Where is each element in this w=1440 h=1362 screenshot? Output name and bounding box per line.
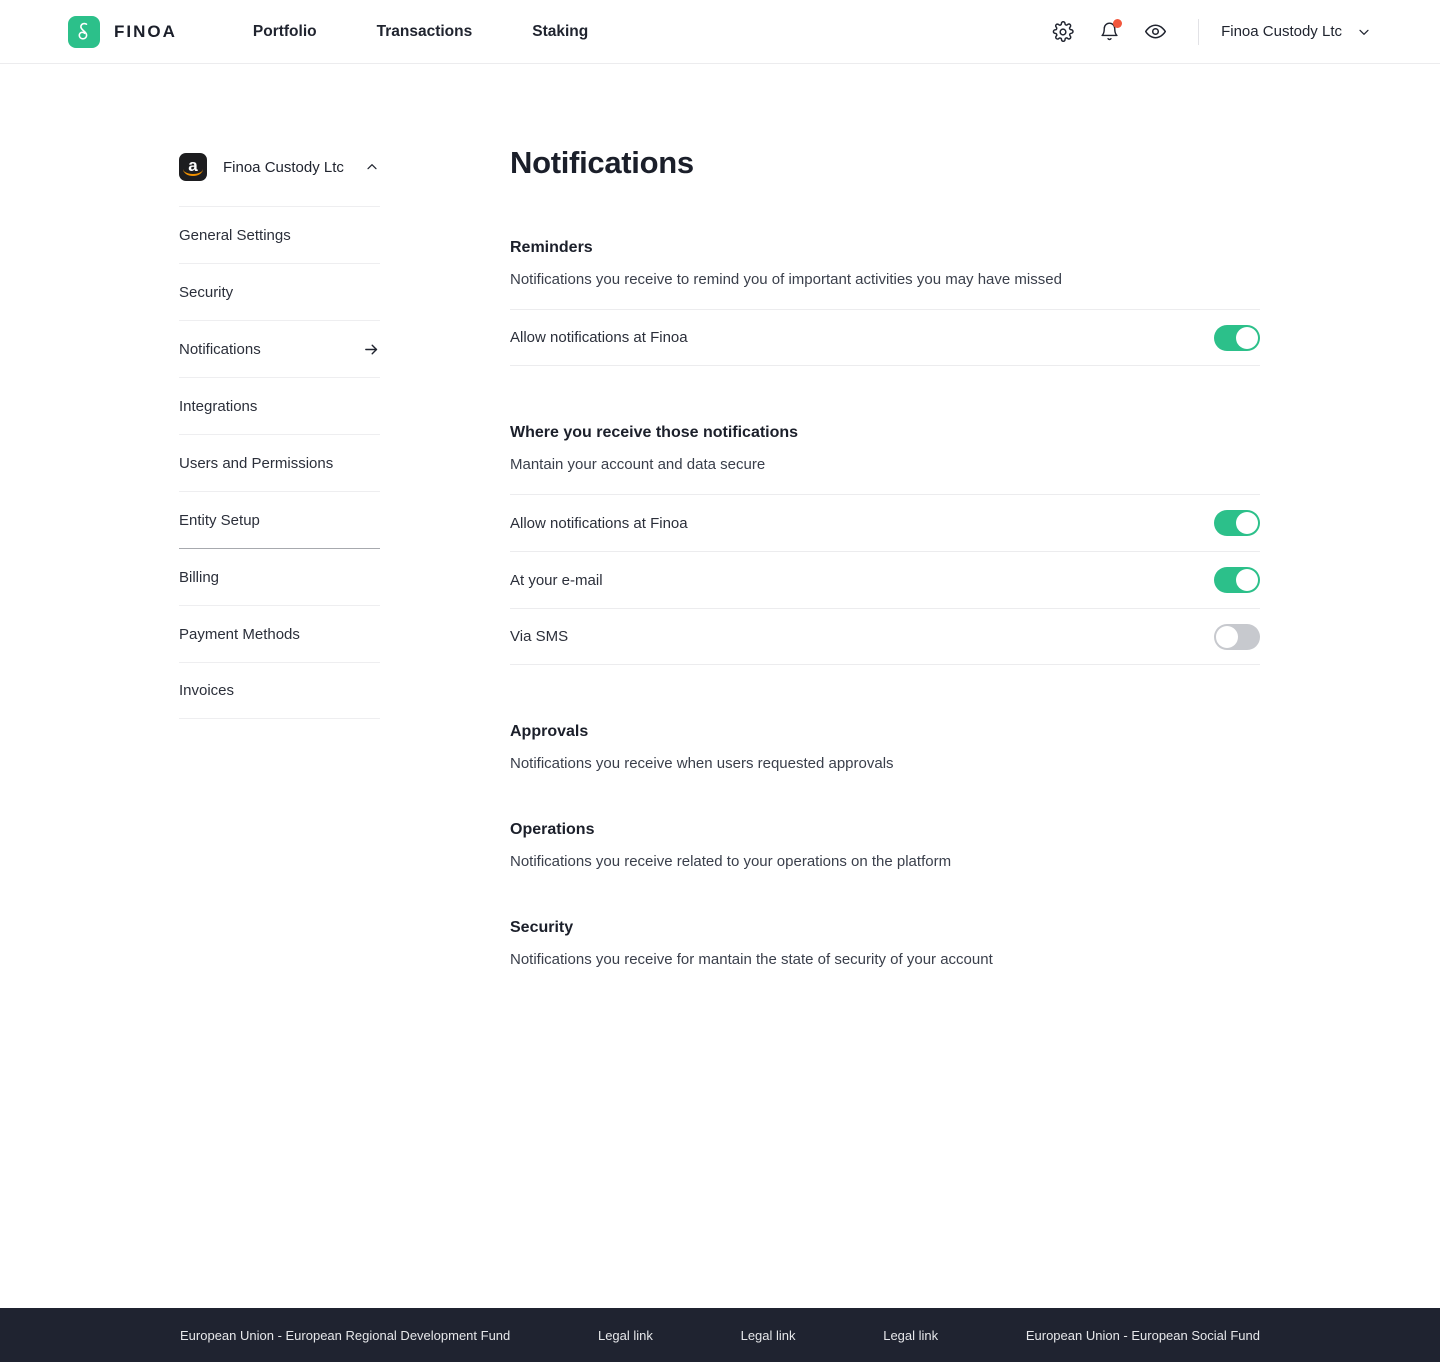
section-title: Operations bbox=[510, 821, 595, 839]
sidebar-item-entity-setup[interactable]: Entity Setup bbox=[179, 491, 380, 548]
page-body: a Finoa Custody Ltc General Settings Sec… bbox=[0, 64, 1440, 1308]
sidebar-item-users-and-permissions[interactable]: Users and Permissions bbox=[179, 434, 380, 491]
bell-badge bbox=[1113, 18, 1123, 28]
amazon-avatar-icon: a bbox=[179, 153, 207, 181]
top-navigation-bar: FINOA Portfolio Transactions Staking Fin… bbox=[0, 0, 1440, 64]
toggle-list: Allow notifications at Finoa bbox=[510, 309, 1260, 367]
section-title: Where you receive those notifications bbox=[510, 424, 799, 442]
nav-link-staking[interactable]: Staking bbox=[532, 15, 588, 49]
nav-link-transactions[interactable]: Transactions bbox=[377, 15, 473, 49]
section-title: Security bbox=[510, 919, 574, 937]
brand-wordmark: FINOA bbox=[114, 21, 177, 41]
footer-legal-link-1[interactable]: Legal link bbox=[598, 1328, 653, 1343]
sidebar-item-label: Notifications bbox=[179, 340, 261, 358]
brand-logo[interactable]: FINOA bbox=[68, 15, 177, 48]
sidebar-item-label: Entity Setup bbox=[179, 511, 260, 529]
toggle-row: Allow notifications at Finoa bbox=[510, 309, 1260, 367]
section-reminders: Reminders Notifications you receive to r… bbox=[510, 239, 1260, 367]
finoa-logo-icon bbox=[68, 15, 100, 48]
page-footer: European Union - European Regional Devel… bbox=[0, 1308, 1440, 1362]
toggle-row: Allow notifications at Finoa bbox=[510, 494, 1260, 551]
avatar-smile bbox=[183, 169, 203, 176]
gear-icon[interactable] bbox=[1048, 17, 1078, 47]
section-description: Mantain your account and data secure bbox=[510, 456, 766, 474]
sidebar-item-general-settings[interactable]: General Settings bbox=[179, 206, 380, 263]
section-security: Security Notifications you receive for m… bbox=[510, 919, 1260, 968]
section-operations: Operations Notifications you receive rel… bbox=[510, 821, 1260, 870]
primary-nav: Portfolio Transactions Staking bbox=[253, 15, 648, 49]
toggle-row: At your e-mail bbox=[510, 551, 1260, 608]
nav-link-portfolio[interactable]: Portfolio bbox=[253, 15, 317, 49]
eye-icon[interactable] bbox=[1140, 17, 1170, 47]
section-where-you-receive: Where you receive those notifications Ma… bbox=[510, 424, 1260, 666]
toggle-label: Allow notifications at Finoa bbox=[510, 329, 688, 347]
settings-sidebar: a Finoa Custody Ltc General Settings Sec… bbox=[179, 144, 380, 719]
footer-eu-regional-development-fund: European Union - European Regional Devel… bbox=[180, 1327, 511, 1343]
bell-icon[interactable] bbox=[1094, 17, 1124, 47]
sidebar-item-payment-methods[interactable]: Payment Methods bbox=[179, 605, 380, 662]
sidebar-item-integrations[interactable]: Integrations bbox=[179, 377, 380, 434]
sidebar-nav: General Settings Security Notifications … bbox=[179, 206, 380, 719]
sidebar-item-label: Users and Permissions bbox=[179, 454, 334, 472]
arrow-right-icon bbox=[363, 341, 380, 358]
section-description: Notifications you receive when users req… bbox=[510, 755, 894, 773]
toggle-label: Allow notifications at Finoa bbox=[510, 514, 688, 532]
org-switcher[interactable]: a Finoa Custody Ltc bbox=[179, 144, 380, 190]
sidebar-item-label: Billing bbox=[179, 568, 220, 586]
section-description: Notifications you receive for mantain th… bbox=[510, 951, 993, 969]
sidebar-item-label: Payment Methods bbox=[179, 625, 300, 643]
toggle-label: At your e-mail bbox=[510, 571, 603, 589]
sidebar-item-label: Integrations bbox=[179, 397, 258, 415]
toggle-label: Via SMS bbox=[510, 628, 569, 646]
footer-eu-social-fund: European Union - European Social Fund bbox=[1025, 1327, 1260, 1343]
section-title: Approvals bbox=[510, 723, 589, 741]
chevron-down-icon[interactable] bbox=[1356, 24, 1372, 40]
toggle-knob bbox=[1216, 625, 1238, 648]
sidebar-item-notifications[interactable]: Notifications bbox=[179, 320, 380, 377]
settings-main-content: Notifications Reminders Notifications yo… bbox=[510, 144, 1260, 968]
toggle-via-sms[interactable] bbox=[1214, 623, 1260, 650]
toggle-list: Allow notifications at Finoa At your e-m… bbox=[510, 494, 1260, 666]
page-title: Notifications bbox=[510, 145, 694, 180]
nav-divider bbox=[1198, 18, 1200, 45]
toggle-knob bbox=[1236, 569, 1258, 592]
toggle-row: Via SMS bbox=[510, 608, 1260, 666]
toggle-allow-notifications-at-finoa[interactable] bbox=[1214, 324, 1260, 351]
sidebar-item-security[interactable]: Security bbox=[179, 263, 380, 320]
toggle-allow-notifications-at-finoa-channel[interactable] bbox=[1214, 510, 1260, 537]
chevron-up-icon[interactable] bbox=[364, 159, 380, 175]
section-description: Notifications you receive to remind you … bbox=[510, 271, 1062, 289]
org-name: Finoa Custody Ltc bbox=[223, 158, 344, 176]
section-description: Notifications you receive related to you… bbox=[510, 853, 952, 871]
section-title: Reminders bbox=[510, 239, 593, 257]
section-approvals: Approvals Notifications you receive when… bbox=[510, 723, 1260, 772]
toggle-knob bbox=[1236, 512, 1258, 535]
toggle-at-your-email[interactable] bbox=[1214, 567, 1260, 594]
footer-legal-link-2[interactable]: Legal link bbox=[741, 1328, 796, 1343]
sidebar-item-label: Invoices bbox=[179, 682, 235, 699]
sidebar-item-label: Security bbox=[179, 283, 234, 301]
footer-legal-link-3[interactable]: Legal link bbox=[883, 1328, 938, 1343]
sidebar-item-billing[interactable]: Billing bbox=[179, 548, 380, 605]
account-name: Finoa Custody Ltc bbox=[1221, 23, 1342, 40]
toggle-knob bbox=[1236, 326, 1258, 349]
footer-links: European Union - European Regional Devel… bbox=[0, 1328, 1440, 1343]
nav-right-cluster: Finoa Custody Ltc bbox=[1032, 17, 1372, 47]
sidebar-item-invoices[interactable]: Invoices bbox=[179, 662, 380, 719]
sidebar-item-label: General Settings bbox=[179, 226, 291, 244]
